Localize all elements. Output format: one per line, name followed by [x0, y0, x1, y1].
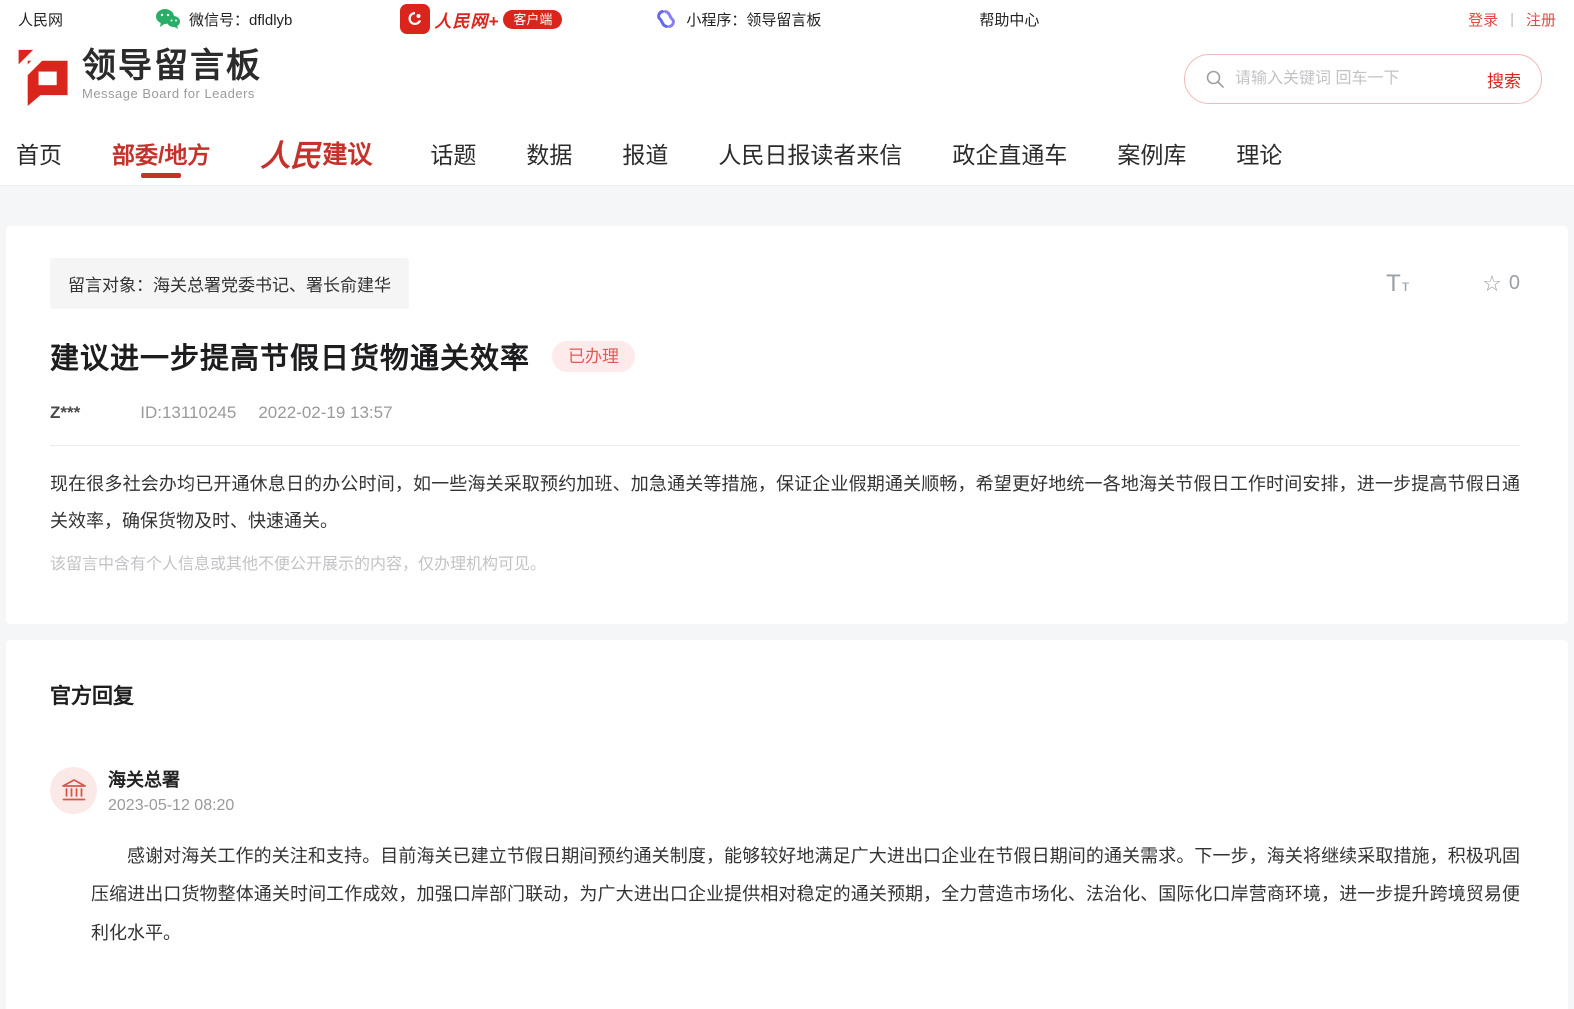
peoples-daily-app-icon	[400, 4, 430, 34]
nav-topics[interactable]: 话题	[430, 120, 476, 185]
message-body: 现在很多社会办均已开通休息日的办公时间，如一些海关采取预约加班、加急通关等措施，…	[50, 466, 1520, 540]
font-size-toggle[interactable]: Tт	[1386, 270, 1410, 298]
message-id: ID:13110245	[140, 403, 236, 423]
message-timestamp: 2022-02-19 13:57	[258, 403, 392, 423]
peoples-daily-app-name: 人民网+	[434, 7, 499, 32]
nav-readers-letters[interactable]: 人民日报读者来信	[718, 120, 902, 185]
font-size-large-glyph: T	[1386, 270, 1402, 297]
site-header: 领导留言板 Message Board for Leaders 搜索	[0, 38, 1574, 120]
auth-divider: |	[1510, 11, 1514, 28]
help-center-link[interactable]: 帮助中心	[979, 9, 1039, 30]
reply-body: 感谢对海关工作的关注和支持。目前海关已建立节假日期间预约通关制度，能够较好地满足…	[91, 837, 1520, 953]
search-icon	[1205, 69, 1225, 89]
auth-links: 登录 | 注册	[1468, 9, 1556, 30]
miniprogram-label: 小程序：领导留言板	[686, 9, 821, 30]
wechat-icon	[155, 8, 181, 30]
agency-info: 海关总署 2023-05-12 08:20	[108, 766, 234, 815]
nav-reports[interactable]: 报道	[622, 120, 668, 185]
government-building-icon	[61, 778, 87, 802]
nav-gov-enterprise[interactable]: 政企直通车	[952, 120, 1067, 185]
peoples-suggestions-script-part: 人民	[260, 131, 320, 175]
message-meta-row: Z*** ID:13110245 2022-02-19 13:57	[50, 403, 1520, 423]
wechat-account-label: 微信号：dfldlyb	[189, 9, 292, 30]
peoples-suggestions-bold-part: 建议	[322, 135, 372, 171]
search-box: 搜索	[1184, 54, 1542, 104]
logo-title: 领导留言板	[82, 48, 262, 85]
nav-ministries-local[interactable]: 部委/地方	[112, 120, 210, 185]
privacy-note: 该留言中含有个人信息或其他不便公开展示的内容，仅办理机构可见。	[50, 550, 1520, 574]
agency-name: 海关总署	[108, 766, 234, 792]
nav-data[interactable]: 数据	[526, 120, 572, 185]
nav-case-library[interactable]: 案例库	[1117, 120, 1186, 185]
nav-home[interactable]: 首页	[16, 120, 62, 185]
reply-timestamp: 2023-05-12 08:20	[108, 797, 234, 815]
search-button[interactable]: 搜索	[1487, 67, 1521, 92]
miniprogram-icon	[654, 7, 678, 31]
peoples-daily-site-link[interactable]: 人民网	[18, 9, 63, 30]
nav-peoples-suggestions[interactable]: 人民 建议	[260, 120, 372, 185]
site-logo[interactable]: 领导留言板 Message Board for Leaders	[16, 48, 262, 111]
register-link[interactable]: 注册	[1526, 9, 1556, 30]
official-reply-card: 官方回复 海关总署	[6, 640, 1568, 1009]
font-size-small-glyph: т	[1402, 278, 1410, 295]
main-nav: 首页 部委/地方 人民 建议 话题 数据 报道 人民日报读者来信 政企直通车 案…	[0, 120, 1574, 186]
page-background: 留言对象：海关总署党委书记、署长俞建华 Tт ☆ 0 建议进一步提高节假日货物通…	[0, 186, 1574, 1009]
favorite-button[interactable]: ☆ 0	[1482, 271, 1520, 297]
status-badge: 已办理	[552, 341, 635, 372]
top-utility-bar: 人民网 微信号：dfldlyb	[0, 0, 1574, 38]
message-target: 留言对象：海关总署党委书记、署长俞建华	[50, 258, 409, 309]
search-input[interactable]	[1235, 70, 1487, 88]
peoples-daily-app-item[interactable]: 人民网+ 客户端	[400, 4, 562, 34]
message-title-row: 建议进一步提高节假日货物通关效率 已办理	[50, 335, 1520, 377]
reply-agency-block: 海关总署 2023-05-12 08:20	[50, 766, 1520, 815]
wechat-account-item[interactable]: 微信号：dfldlyb	[155, 8, 292, 30]
logo-subtitle: Message Board for Leaders	[82, 86, 262, 101]
miniprogram-item[interactable]: 小程序：领导留言板	[654, 7, 821, 31]
agency-avatar	[50, 767, 97, 814]
message-author: Z***	[50, 403, 80, 423]
meta-divider	[50, 445, 1520, 446]
star-icon: ☆	[1482, 271, 1502, 297]
logo-text-block: 领导留言板 Message Board for Leaders	[82, 48, 262, 101]
login-link[interactable]: 登录	[1468, 9, 1498, 30]
card-gap	[6, 624, 1568, 640]
message-target-row: 留言对象：海关总署党委书记、署长俞建华 Tт ☆ 0	[50, 258, 1520, 309]
message-title: 建议进一步提高节假日货物通关效率	[50, 335, 530, 377]
topbar-left-group: 人民网 微信号：dfldlyb	[18, 4, 1039, 34]
message-board-logo-icon	[16, 48, 72, 111]
app-client-badge: 客户端	[503, 10, 562, 29]
official-reply-heading: 官方回复	[50, 680, 1520, 710]
favorite-count: 0	[1509, 272, 1520, 295]
nav-theory[interactable]: 理论	[1236, 120, 1282, 185]
message-tools: Tт ☆ 0	[1386, 270, 1520, 298]
message-card: 留言对象：海关总署党委书记、署长俞建华 Tт ☆ 0 建议进一步提高节假日货物通…	[6, 226, 1568, 624]
